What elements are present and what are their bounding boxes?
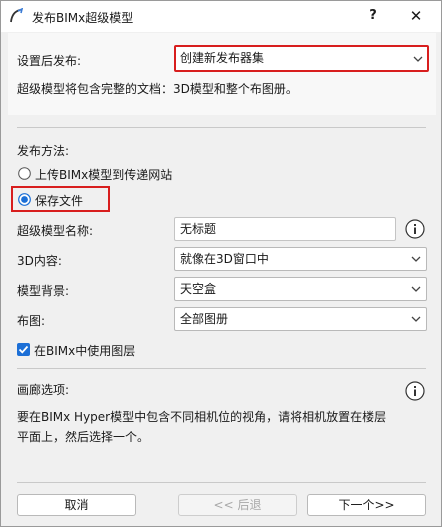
radio-save-file[interactable]	[18, 193, 31, 206]
chevron-down-icon	[411, 286, 421, 292]
gallery-label: 画廊选项:	[17, 383, 70, 397]
back-button[interactable]: << 后退	[178, 494, 297, 516]
content-3d-label: 3D内容:	[17, 254, 62, 268]
content-3d-select[interactable]: 就像在3D窗口中	[174, 247, 427, 271]
chevron-down-icon	[411, 316, 421, 322]
question-icon[interactable]: ?	[359, 5, 387, 27]
publish-after-description: 超级模型将包含完整的文档：3D模型和整个布图册。	[17, 82, 298, 96]
next-button[interactable]: 下一个>>	[307, 494, 426, 516]
radio-save-file-label[interactable]: 保存文件	[35, 192, 83, 209]
model-name-input[interactable]: 无标题	[174, 217, 396, 241]
model-name-value: 无标题	[180, 222, 217, 236]
close-icon[interactable]: ✕	[401, 5, 431, 27]
layout-value: 全部图册	[180, 312, 229, 326]
publish-after-label: 设置后发布:	[17, 54, 82, 68]
content-3d-value: 就像在3D窗口中	[180, 252, 269, 266]
use-layers-checkbox[interactable]	[17, 343, 30, 356]
chevron-down-icon	[413, 56, 423, 62]
info-icon[interactable]	[405, 381, 425, 401]
title-bar[interactable]: 发布BIMx超级模型 ? ✕	[1, 1, 441, 32]
gallery-description-line2: 平面上，然后选择一个。	[17, 430, 150, 444]
publish-method-label: 发布方法:	[17, 144, 70, 158]
cancel-button[interactable]: 取消	[17, 494, 136, 516]
layout-select[interactable]: 全部图册	[174, 307, 427, 331]
section-divider	[17, 127, 426, 128]
chevron-down-icon	[411, 256, 421, 262]
background-label: 模型背景:	[17, 284, 70, 298]
dialog-window: 发布BIMx超级模型 ? ✕ 设置后发布: 创建新发布器集 超级模型将包含完整的…	[0, 0, 442, 527]
checkmark-icon	[18, 345, 29, 354]
background-select[interactable]: 天空盒	[174, 277, 427, 301]
radio-upload-label[interactable]: 上传BIMx模型到传递网站	[35, 166, 172, 183]
radio-upload[interactable]	[18, 167, 31, 180]
section-divider	[17, 482, 426, 483]
layout-label: 布图:	[17, 314, 46, 328]
section-divider	[17, 368, 426, 369]
info-icon[interactable]	[405, 219, 425, 239]
arc-icon	[9, 7, 25, 24]
model-name-label: 超级模型名称:	[17, 224, 94, 238]
publish-after-value: 创建新发布器集	[180, 51, 265, 65]
gallery-description-line1: 要在BIMx Hyper模型中包含不同相机位的视角，请将相机放置在楼层	[17, 410, 387, 424]
publish-after-select[interactable]: 创建新发布器集	[174, 45, 429, 72]
background-value: 天空盒	[180, 282, 217, 296]
window-title: 发布BIMx超级模型	[32, 11, 134, 25]
use-layers-label[interactable]: 在BIMx中使用图层	[34, 342, 135, 359]
